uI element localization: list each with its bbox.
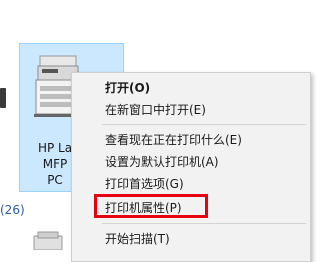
- menu-separator: [102, 223, 306, 224]
- menu-item-open-new-window[interactable]: 在新窗口中打开(E): [72, 99, 310, 121]
- context-menu: 打开(O) 在新窗口中打开(E) 查看现在正在打印什么(E) 设置为默认打印机(…: [71, 72, 311, 262]
- menu-separator: [102, 124, 306, 125]
- section-count-label: (26): [0, 203, 25, 217]
- partial-device-icon[interactable]: [0, 88, 6, 108]
- menu-item-set-default-printer[interactable]: 设置为默认打印机(A): [72, 151, 310, 173]
- partial-device-icon-bottom[interactable]: [30, 230, 70, 250]
- red-highlight-box: [94, 194, 208, 218]
- menu-item-see-whats-printing[interactable]: 查看现在正在打印什么(E): [72, 129, 310, 151]
- menu-item-open[interactable]: 打开(O): [72, 77, 310, 99]
- menu-item-printing-preferences[interactable]: 打印首选项(G): [72, 173, 310, 195]
- menu-item-start-scan[interactable]: 开始扫描(T): [72, 228, 310, 250]
